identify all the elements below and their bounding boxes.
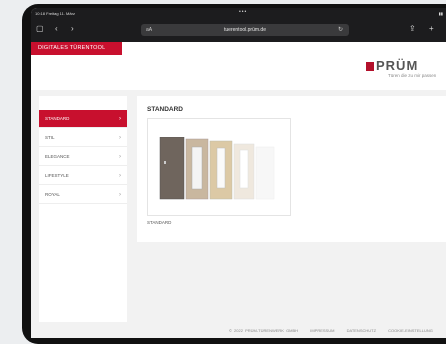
reader-aa-button[interactable]: aA (146, 24, 152, 36)
share-icon[interactable]: ⇪ (409, 25, 416, 33)
url-bar[interactable]: aA tuerentool.prüm.de ↻ (141, 24, 349, 36)
sidebar-item-label: ROYAL (45, 192, 60, 197)
new-tab-icon[interactable]: + (429, 25, 434, 33)
site-header: DIGITALES TÜRENTOOL PRÜM Türen die zu mi… (31, 42, 446, 90)
page-title: STANDARD (147, 106, 183, 113)
status-time: 10:18 Freitag 11. März (35, 11, 75, 16)
sidebar-item-label: STIL (45, 135, 55, 140)
category-sidebar: STANDARD › STIL › ELEGANCE › LIFESTYLE ›… (39, 96, 127, 322)
multitask-dots-icon[interactable]: ••• (239, 9, 247, 15)
logo-mark-icon (366, 62, 374, 71)
chevron-right-icon: › (119, 116, 121, 122)
brand-logo[interactable]: PRÜM Türen die zu mir passen (366, 58, 446, 81)
sidebar-toggle-icon[interactable]: ▢ (36, 25, 44, 33)
browser-toolbar: ▢ ‹ › aA tuerentool.prüm.de ↻ ⇪ + (31, 18, 446, 42)
logo-tagline: Türen die zu mir passen (388, 73, 437, 78)
site-footer: © 2022 PRÜM-TÜRENWERK GMBH IMPRESSUM DAT… (229, 328, 443, 333)
sidebar-item-stil[interactable]: STIL › (39, 129, 127, 147)
chevron-right-icon: › (119, 154, 121, 160)
sidebar-item-label: LIFESTYLE (45, 173, 69, 178)
sidebar-item-lifestyle[interactable]: LIFESTYLE › (39, 167, 127, 185)
footer-copyright: © 2022 PRÜM-TÜRENWERK GMBH (229, 328, 299, 333)
battery-icon: ▮▮ (438, 11, 443, 16)
chevron-right-icon: › (119, 173, 121, 179)
sidebar-item-label: ELEGANCE (45, 154, 70, 159)
tool-title: DIGITALES TÜRENTOOL (31, 42, 122, 55)
product-card-standard[interactable] (147, 118, 291, 216)
tablet-screen: 10:18 Freitag 11. März ••• ▮▮ ▢ ‹ › aA t… (31, 8, 446, 338)
reload-icon[interactable]: ↻ (338, 24, 343, 36)
footer-link-impressum[interactable]: IMPRESSUM (310, 328, 334, 333)
sidebar-item-standard[interactable]: STANDARD › (39, 110, 127, 128)
forward-icon[interactable]: › (71, 25, 74, 33)
footer-link-cookie[interactable]: COOKIE-EINSTELLUNG (388, 328, 433, 333)
url-text: tuerentool.prüm.de (224, 27, 266, 33)
sidebar-item-elegance[interactable]: ELEGANCE › (39, 148, 127, 166)
status-bar: 10:18 Freitag 11. März ••• ▮▮ (31, 8, 446, 18)
logo-text: PRÜM (376, 58, 419, 73)
footer-link-datenschutz[interactable]: DATENSCHUTZ (347, 328, 376, 333)
chevron-right-icon: › (119, 192, 121, 198)
door-lineup-image (159, 137, 275, 200)
sidebar-item-label: STANDARD (45, 116, 70, 121)
chevron-right-icon: › (119, 135, 121, 141)
sidebar-item-royal[interactable]: ROYAL › (39, 186, 127, 204)
back-icon[interactable]: ‹ (55, 25, 58, 33)
main-panel: STANDARD STANDARD (137, 96, 446, 242)
product-label: STANDARD (147, 220, 172, 225)
